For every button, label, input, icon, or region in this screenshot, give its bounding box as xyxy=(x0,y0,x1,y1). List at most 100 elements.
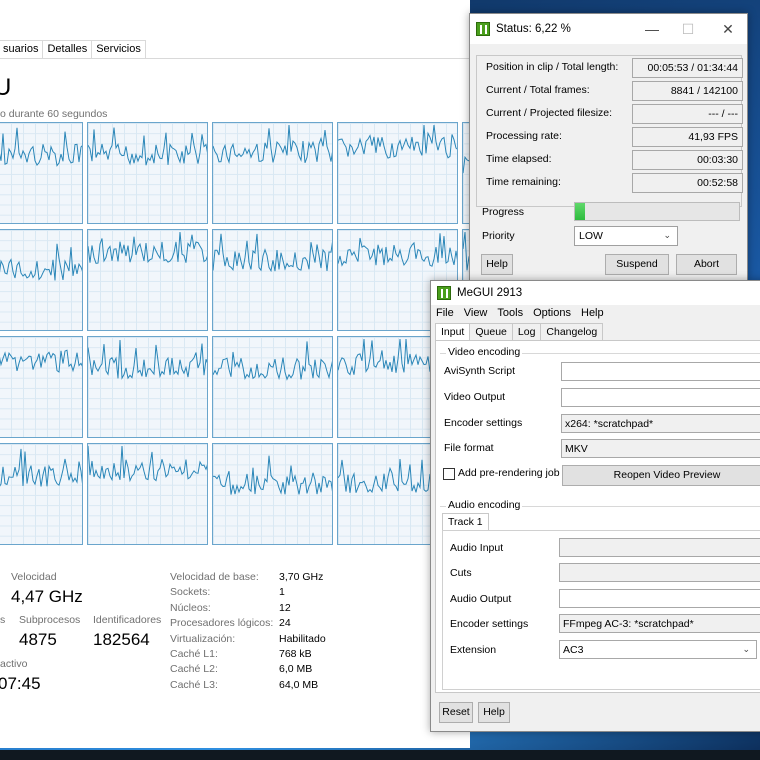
cpu-usage-line xyxy=(88,339,207,380)
avisynth-script-label: AviSynth Script xyxy=(444,365,516,377)
cpu-core-graph xyxy=(87,122,208,224)
status-row-label: Time remaining: xyxy=(486,176,561,188)
extension-value: AC3 xyxy=(563,644,584,656)
input-tab-panel: Video encoding AviSynth Script Video Out… xyxy=(435,340,760,693)
spec-label: Caché L2: xyxy=(170,663,218,676)
status-window: Status: 6,22 % — ☐ ✕ Position in clip / … xyxy=(469,13,748,281)
tab-servicios[interactable]: Servicios xyxy=(91,40,146,58)
megui-tabs: Input Queue Log Changelog xyxy=(435,323,604,341)
audio-input-field[interactable] xyxy=(559,538,760,557)
cpu-core-graph xyxy=(0,229,83,331)
status-row-label: Current / Total frames: xyxy=(486,84,590,96)
megui-app-icon xyxy=(437,286,451,300)
spec-label: Caché L1: xyxy=(170,648,218,660)
status-row-value: --- / --- xyxy=(632,104,743,124)
audio-encoder-settings-field[interactable]: FFmpeg AC-3: *scratchpad* xyxy=(559,614,760,633)
cpu-title: U xyxy=(0,74,12,101)
uptime-value: 07:45 xyxy=(0,674,41,693)
menu-bar: File View Tools Options Help xyxy=(431,305,760,322)
spec-value: 12 xyxy=(279,601,291,614)
tab-detalles[interactable]: Detalles xyxy=(42,40,93,58)
cuts-field[interactable] xyxy=(559,563,760,582)
priority-select[interactable]: LOW ⌄ xyxy=(574,226,678,246)
status-row-label: Processing rate: xyxy=(486,130,562,142)
megui-titlebar[interactable]: MeGUI 2913 xyxy=(431,281,760,305)
cpu-core-graph xyxy=(0,122,83,224)
chevron-down-icon: ⌄ xyxy=(742,644,750,654)
tab-queue[interactable]: Queue xyxy=(469,323,513,341)
megui-title: MeGUI 2913 xyxy=(457,287,523,299)
menu-file[interactable]: File xyxy=(431,305,459,322)
spec-label: Caché L3: xyxy=(170,678,218,691)
cpu-core-graph xyxy=(87,443,208,545)
menu-help[interactable]: Help xyxy=(576,305,609,322)
cpu-usage-line xyxy=(213,455,332,495)
status-row: Processing rate: 41,93 FPS xyxy=(478,127,743,147)
status-row: Current / Projected filesize: --- / --- xyxy=(478,104,743,124)
video-output-label: Video Output xyxy=(444,391,506,403)
audio-input-label: Audio Input xyxy=(450,542,504,554)
priority-value: LOW xyxy=(579,230,603,242)
spec-value: 1 xyxy=(279,586,285,599)
abort-button[interactable]: Abort xyxy=(676,254,737,275)
file-format-select[interactable]: MKV xyxy=(561,439,760,458)
extension-select[interactable]: AC3 ⌄ xyxy=(559,640,757,659)
spec-value: 6,0 MB xyxy=(279,663,313,676)
reopen-video-preview-button[interactable]: Reopen Video Preview xyxy=(562,465,760,486)
megui-app-icon xyxy=(476,22,490,36)
status-row-value: 00:52:58 xyxy=(632,173,743,193)
prerender-label: Add pre-rendering job xyxy=(458,467,560,479)
cpu-core-graph xyxy=(212,122,333,224)
video-encoding-group-title: Video encoding xyxy=(446,346,523,358)
taskbar[interactable] xyxy=(0,750,760,760)
tab-track-1[interactable]: Track 1 xyxy=(442,513,489,530)
tab-log[interactable]: Log xyxy=(511,323,542,341)
menu-tools[interactable]: Tools xyxy=(492,305,528,322)
progress-bar xyxy=(574,202,740,221)
status-row-label: Current / Projected filesize: xyxy=(486,107,613,119)
cpu-core-graph xyxy=(0,336,83,438)
spec-value: 64,0 MB xyxy=(279,678,319,691)
video-output-input[interactable] xyxy=(561,388,760,407)
task-manager-tabs: suarios Detalles Servicios xyxy=(0,40,470,59)
status-row: Time elapsed: 00:03:30 xyxy=(478,150,743,170)
menu-options[interactable]: Options xyxy=(528,305,576,322)
menu-view[interactable]: View xyxy=(459,305,493,322)
cpu-core-graph xyxy=(87,229,208,331)
progress-fill xyxy=(575,203,586,220)
avisynth-script-input[interactable] xyxy=(561,362,760,381)
close-icon[interactable]: ✕ xyxy=(707,14,749,44)
spec-value: 24 xyxy=(279,617,291,630)
cpu-usage-line xyxy=(338,124,457,159)
cpu-usage-line xyxy=(88,445,207,483)
spec-value: Habilitado xyxy=(279,632,326,645)
cpu-usage-line xyxy=(88,127,207,166)
megui-help-button[interactable]: Help xyxy=(478,702,510,723)
audio-encoder-settings-label: Encoder settings xyxy=(450,618,529,630)
audio-output-input[interactable] xyxy=(559,589,760,608)
spec-label: Núcleos: xyxy=(170,601,211,614)
reset-button[interactable]: Reset xyxy=(439,702,473,723)
cpu-usage-line xyxy=(0,448,82,487)
status-row-value: 41,93 FPS xyxy=(632,127,743,147)
threads-label: Subprocesos xyxy=(19,614,81,626)
encoder-settings-label: Encoder settings xyxy=(444,417,523,429)
status-row: Current / Total frames: 8841 / 142100 xyxy=(478,81,743,101)
task-manager-window: suarios Detalles Servicios U o durante 6… xyxy=(0,0,470,748)
priority-label: Priority xyxy=(482,230,515,242)
cpu-core-graph xyxy=(87,336,208,438)
cpu-core-graph xyxy=(212,336,333,438)
prerender-checkbox[interactable] xyxy=(443,468,455,480)
encoder-settings-field[interactable]: x264: *scratchpad* xyxy=(561,414,760,433)
audio-encoding-group-title: Audio encoding xyxy=(446,499,523,511)
suspend-button[interactable]: Suspend xyxy=(605,254,669,275)
speed-value: 4,47 GHz xyxy=(11,587,83,606)
tab-usuarios[interactable]: suarios xyxy=(0,40,44,58)
extension-label: Extension xyxy=(450,644,497,656)
cpu-usage-line xyxy=(213,124,332,165)
uptime-label: activo xyxy=(0,658,28,670)
help-button[interactable]: Help xyxy=(481,254,513,275)
status-titlebar[interactable]: Status: 6,22 % — ☐ ✕ xyxy=(470,14,747,44)
tab-changelog[interactable]: Changelog xyxy=(540,323,604,341)
tab-input[interactable]: Input xyxy=(435,323,471,341)
